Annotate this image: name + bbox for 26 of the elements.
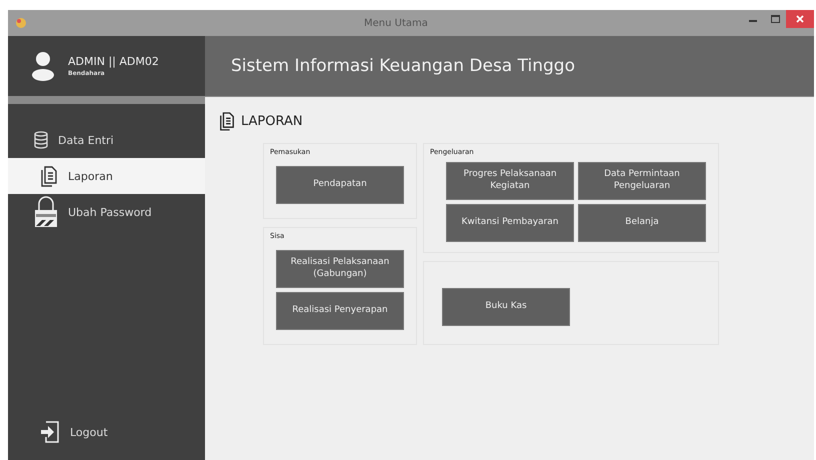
report-button[interactable]: Realisasi Pelaksanaan (Gabungan) xyxy=(276,250,404,288)
report-button[interactable]: Data Permintaan Pengeluaran xyxy=(578,162,706,200)
app-title: Sistem Informasi Keuangan Desa Tinggo xyxy=(231,56,575,76)
report-button[interactable]: Progres Pelaksanaan Kegiatan xyxy=(446,162,574,200)
window-title: Menu Utama xyxy=(364,18,428,28)
user-icon xyxy=(32,51,54,81)
lock-icon xyxy=(34,196,58,228)
documents-icon xyxy=(219,111,235,131)
documents-icon xyxy=(40,165,58,187)
page-title: LAPORAN xyxy=(241,114,303,128)
logout-icon xyxy=(40,421,60,443)
database-icon xyxy=(34,131,48,149)
maximize-icon xyxy=(770,15,780,23)
close-button[interactable] xyxy=(786,10,814,28)
logout-button[interactable]: Logout xyxy=(8,414,205,450)
app-icon xyxy=(14,16,28,30)
close-icon xyxy=(796,15,804,23)
report-button[interactable]: Belanja xyxy=(578,204,706,242)
sidebar-item[interactable]: Laporan xyxy=(8,158,205,194)
report-button[interactable]: Pendapatan xyxy=(276,166,404,204)
report-button[interactable]: Kwitansi Pembayaran xyxy=(446,204,574,242)
report-button[interactable]: Realisasi Penyerapan xyxy=(276,292,404,330)
user-name: ADMIN || ADM02 xyxy=(68,55,159,68)
sidebar-item[interactable]: Data Entri xyxy=(8,122,205,158)
report-button[interactable]: Buku Kas xyxy=(442,288,570,326)
sidebar-item[interactable]: Ubah Password xyxy=(8,194,205,230)
